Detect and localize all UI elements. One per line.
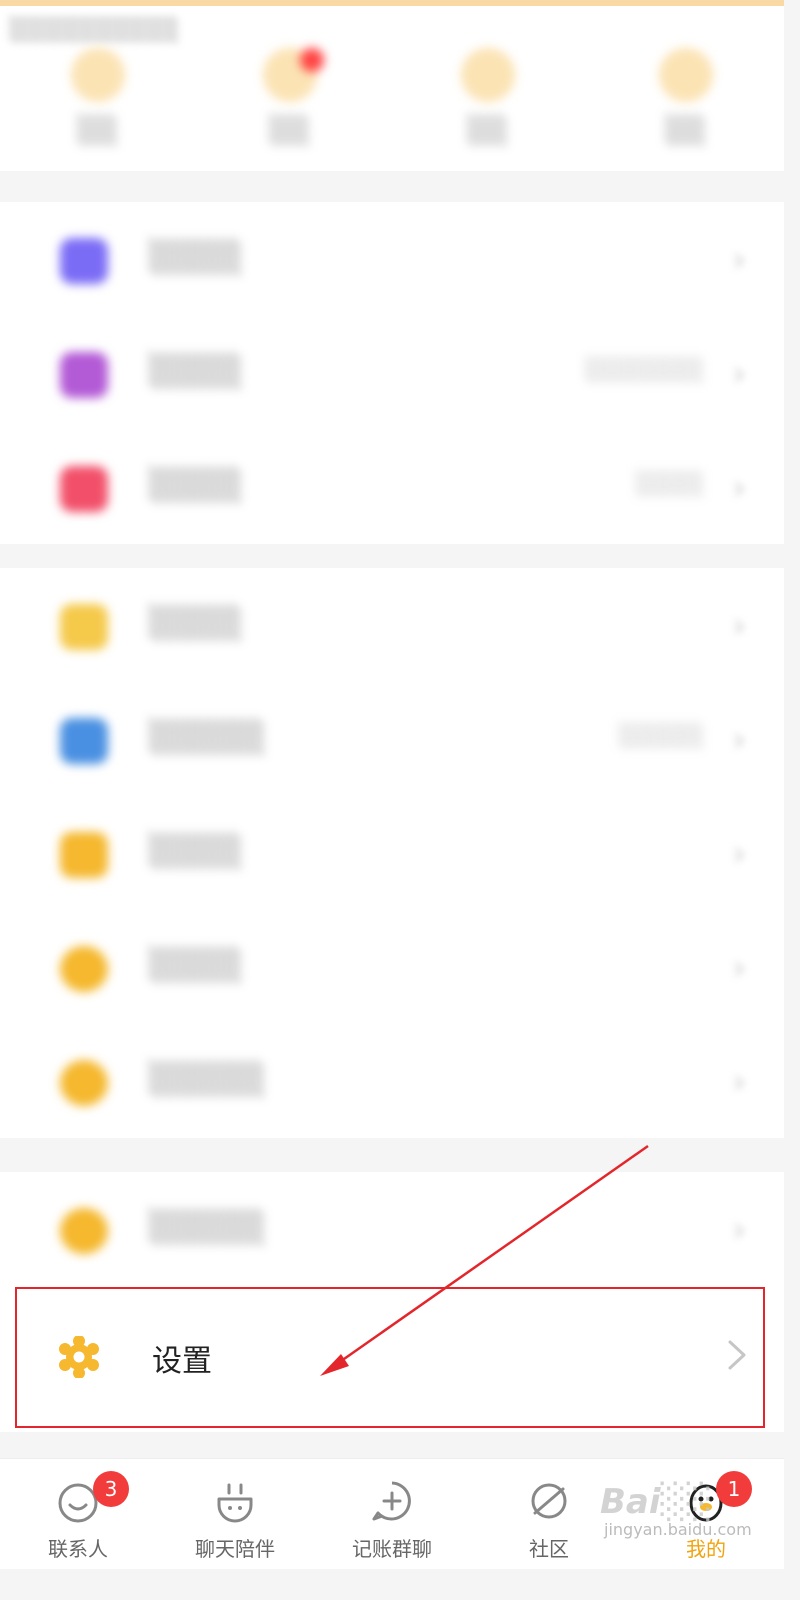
top-section: ░░░░░░░░░░ ░░ ░░ ░░ ░░	[0, 6, 784, 171]
star-icon	[60, 946, 108, 992]
quick-item-label: ░░	[78, 116, 118, 146]
menu-group-2: ░░░░ › ░░░░░ ░░░░░ › ░░░░ › ░░░░ › ░░░░░…	[0, 568, 784, 1138]
chevron-right-icon: ›	[732, 240, 746, 280]
watermark-url: jingyan.baidu.com	[604, 1520, 752, 1539]
chevron-right-icon: ›	[732, 834, 746, 874]
chevron-right-icon: ›	[732, 1210, 746, 1250]
menu-row-extra: ░░░░░	[619, 724, 704, 749]
quick-item-3[interactable]: ░░	[626, 48, 746, 158]
folder-icon	[60, 832, 108, 878]
quick-item-0[interactable]: ░░	[38, 48, 158, 158]
chevron-right-icon: ›	[732, 1062, 746, 1102]
menu-row-label: ░░░░░	[150, 1062, 266, 1097]
menu-row[interactable]: ░░░░░ ›	[0, 1172, 784, 1286]
tab-ledger-group[interactable]: 记账群聊	[314, 1459, 470, 1569]
badge-count: 1	[716, 1471, 752, 1507]
menu-group-1: ░░░░ › ░░░░ ░░░░░░░ › ░░░░ ░░░░ ›	[0, 202, 784, 544]
tab-label: 聊天陪伴	[195, 1537, 275, 1561]
badge-count: 3	[93, 1471, 129, 1507]
menu-row-label: ░░░░	[150, 948, 243, 983]
menu-row-extra: ░░░░	[636, 472, 704, 497]
chevron-right-icon: ›	[732, 948, 746, 988]
add-circle-icon	[372, 1481, 411, 1521]
cup-icon	[217, 1483, 253, 1523]
coin-icon	[71, 48, 125, 102]
chevron-right-icon: ›	[732, 354, 746, 394]
menu-row-label: ░░░░	[150, 468, 243, 503]
quick-item-1[interactable]: ░░	[230, 48, 350, 158]
notification-dot	[300, 48, 324, 72]
theme-icon	[60, 352, 108, 398]
watermark-logo: Bai░░	[600, 1482, 713, 1522]
menu-row-label: ░░░░	[150, 834, 243, 869]
menu-row-extra: ░░░░░░░	[585, 358, 704, 383]
menu-row[interactable]: ░░░░ ░░░░ ›	[0, 430, 784, 544]
gear-small-icon	[60, 1060, 108, 1106]
calendar-icon	[60, 466, 108, 512]
menu-row-label: ░░░░░	[150, 1210, 266, 1245]
menu-row[interactable]: ░░░░░ ›	[0, 1024, 784, 1138]
menu-row[interactable]: ░░░░░ ░░░░░ ›	[0, 682, 784, 796]
menu-row-label: ░░░░░	[150, 720, 266, 755]
chevron-right-icon: ›	[732, 720, 746, 760]
quick-item-label: ░░	[666, 116, 706, 146]
chevron-right-icon: ›	[732, 468, 746, 508]
tab-contacts[interactable]: 3 联系人	[0, 1459, 156, 1569]
quick-item-label: ░░	[270, 116, 310, 146]
gift-icon	[60, 238, 108, 284]
tab-chat-companion[interactable]: 聊天陪伴	[157, 1459, 313, 1569]
tab-label: 联系人	[48, 1537, 108, 1561]
quick-item-2[interactable]: ░░	[428, 48, 548, 158]
balloon-icon	[60, 718, 108, 764]
highlight-box	[15, 1287, 765, 1428]
menu-row[interactable]: ░░░░ ›	[0, 202, 784, 316]
menu-row[interactable]: ░░░░ ›	[0, 568, 784, 682]
blurred-status-text: ░░░░░░░░░░	[10, 18, 180, 43]
share-icon	[60, 1208, 108, 1254]
clock-icon	[659, 48, 713, 102]
star-icon	[461, 48, 515, 102]
quick-item-label: ░░	[468, 116, 508, 146]
chevron-right-icon: ›	[732, 606, 746, 646]
menu-row-label: ░░░░	[150, 606, 243, 641]
moon-icon	[60, 604, 108, 650]
planet-icon	[531, 1483, 567, 1519]
menu-row-label: ░░░░	[150, 354, 243, 389]
menu-group-3: ░░░░░ ›	[0, 1172, 784, 1286]
menu-row[interactable]: ░░░░ ›	[0, 796, 784, 910]
menu-row[interactable]: ░░░░ ░░░░░░░ ›	[0, 316, 784, 430]
menu-row-label: ░░░░	[150, 240, 243, 275]
tab-label: 记账群聊	[352, 1537, 432, 1561]
menu-row[interactable]: ░░░░ ›	[0, 910, 784, 1024]
